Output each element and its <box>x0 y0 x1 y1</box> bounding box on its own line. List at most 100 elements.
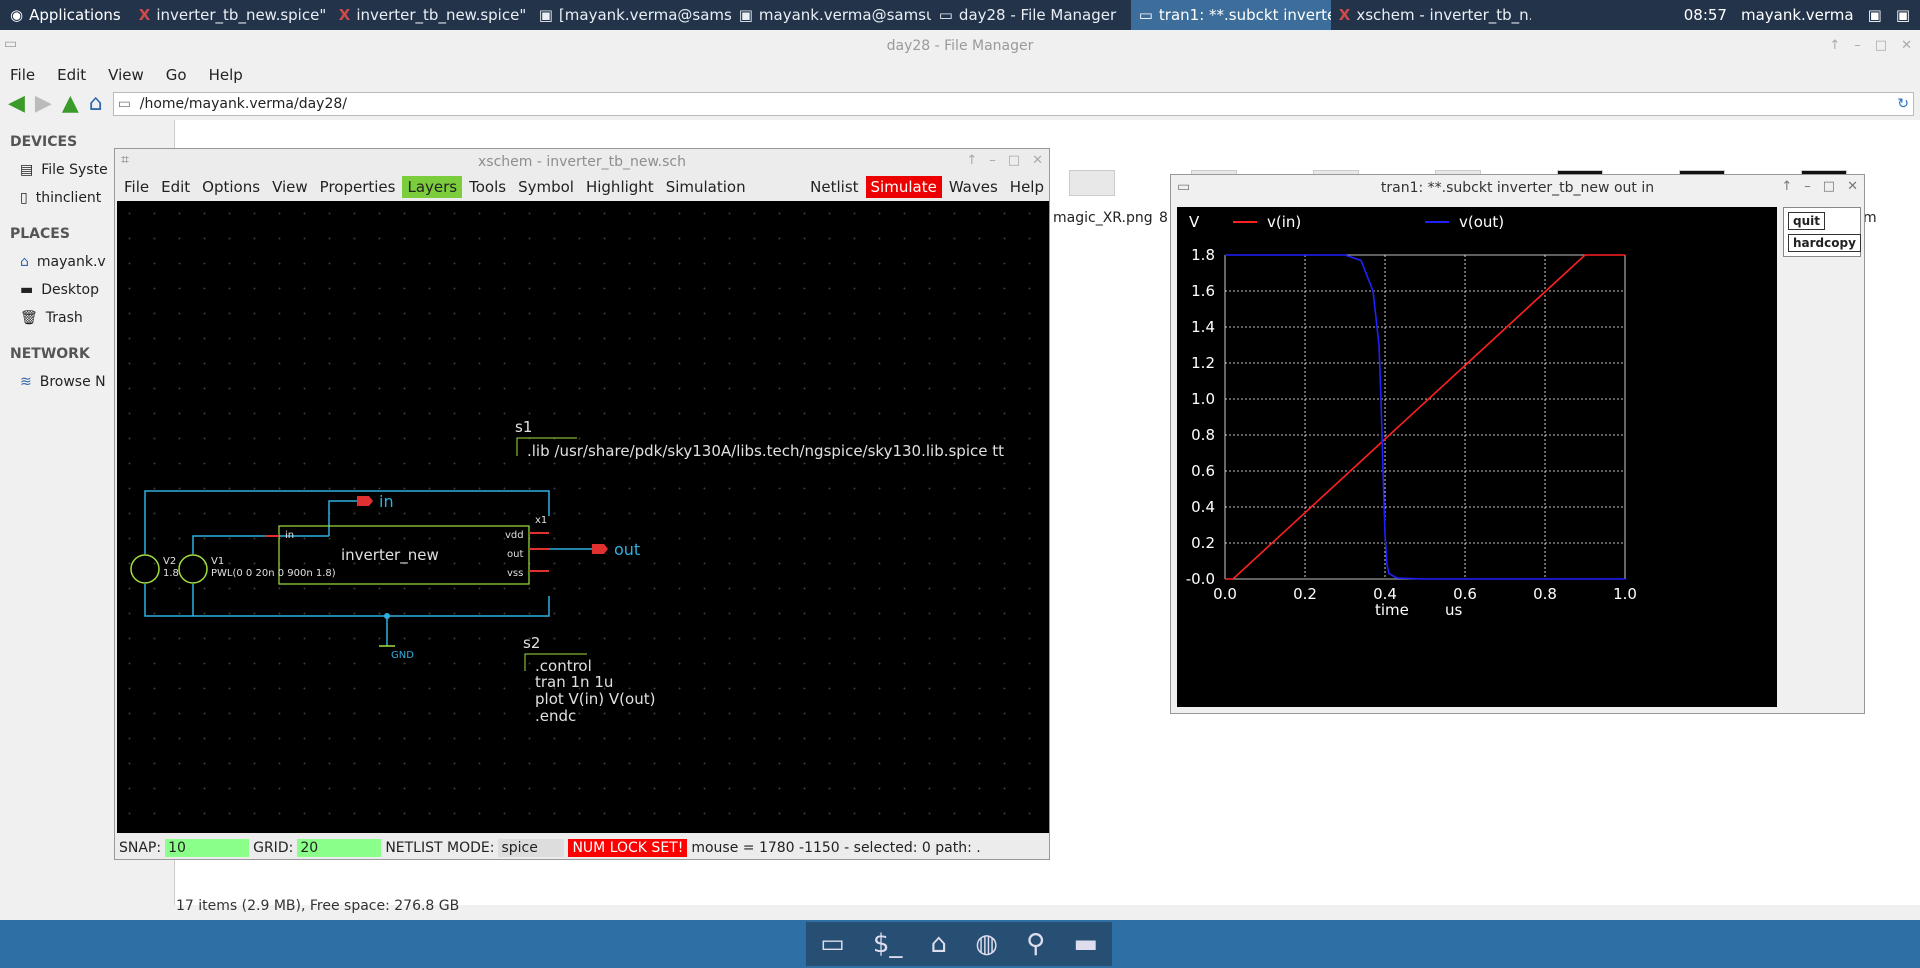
task-editor-2[interactable]: Xinverter_tb_new.spice" -... <box>331 0 531 30</box>
up-arrow-icon[interactable]: ▲ <box>62 93 79 115</box>
snap-input[interactable]: 10 <box>165 839 250 857</box>
menu-edit[interactable]: Edit <box>57 66 86 84</box>
camera-icon[interactable]: ▣ <box>1896 6 1910 24</box>
y-tick-label: 1.4 <box>1191 318 1215 336</box>
file-label[interactable]: 8 <box>1159 210 1168 226</box>
grid-input[interactable]: 20 <box>297 839 382 857</box>
task-label: inverter_tb_new.spice" -... <box>156 6 330 24</box>
home-icon[interactable]: ⌂ <box>89 93 103 115</box>
window-menu-icon[interactable]: ▭ <box>4 36 17 52</box>
v2-source[interactable] <box>130 554 160 584</box>
pin-out-shape[interactable] <box>592 544 608 554</box>
xschem-statusbar: SNAP: 10 GRID: 20 NETLIST MODE: spice NU… <box>115 837 1049 859</box>
minimize-icon[interactable]: – <box>1804 179 1811 194</box>
shade-icon[interactable]: ↑ <box>966 153 977 168</box>
folder-icon: ▭ <box>938 6 953 24</box>
quit-button[interactable]: quit <box>1788 212 1825 230</box>
location-path: /home/mayank.verma/day28/ <box>139 96 347 112</box>
reload-icon[interactable]: ↻ <box>1897 96 1909 112</box>
back-arrow-icon[interactable]: ◀ <box>8 93 25 115</box>
netlist-mode-value: spice <box>498 839 565 857</box>
file-manager-title: day28 - File Manager <box>886 38 1034 54</box>
task-file-manager[interactable]: ▭ day28 - File Manager <box>931 0 1131 30</box>
sidebar-item-label: thinclient <box>35 190 102 206</box>
waveform-chart: 0.0 0.2 0.4 0.6 0.8 1.0-0.00.20.40.60.81.01.2… <box>1177 207 1777 707</box>
forward-arrow-icon[interactable]: ▶ <box>35 93 52 115</box>
shade-icon[interactable]: ↑ <box>1781 179 1792 194</box>
close-icon[interactable]: ✕ <box>1032 153 1043 168</box>
show-desktop-icon[interactable]: ▭ <box>820 929 845 959</box>
close-icon[interactable]: ✕ <box>1847 179 1858 194</box>
task-terminal-2[interactable]: ▣ mayank.verma@samsu... <box>731 0 931 30</box>
waveform-title: tran1: **.subckt inverter_tb_new out in <box>1380 180 1655 196</box>
clock[interactable]: 08:57 <box>1684 6 1727 24</box>
x-axis-label: time <box>1375 601 1409 619</box>
schematic-canvas[interactable]: s1 .lib /usr/share/pdk/sky130A/libs.tech… <box>117 201 1049 833</box>
pin-in-shape[interactable] <box>357 496 373 506</box>
minimize-icon[interactable]: – <box>1854 38 1861 53</box>
task-terminal-1[interactable]: ▣ [mayank.verma@sams... <box>531 0 731 30</box>
v1-source[interactable] <box>178 554 208 584</box>
menu-layers[interactable]: Layers <box>402 176 463 198</box>
hardcopy-button[interactable]: hardcopy <box>1788 234 1861 252</box>
y-tick-label: 1.0 <box>1191 390 1215 408</box>
netlist-button[interactable]: Netlist <box>805 176 863 198</box>
waveform-plot[interactable]: 0.0 0.2 0.4 0.6 0.8 1.0 -0.0 0.2 0.4 0.6 0.8 1.0 1.2… <box>1177 207 1777 707</box>
task-editor-1[interactable]: Xinverter_tb_new.spice" -... <box>131 0 331 30</box>
menu-highlight[interactable]: Highlight <box>581 176 659 198</box>
xschem-icon: X <box>138 6 151 24</box>
web-browser-icon[interactable]: ◍ <box>975 929 998 959</box>
user-menu[interactable]: mayank.verma <box>1741 6 1854 24</box>
s2-line: .endc <box>535 707 576 725</box>
xschem-title: xschem - inverter_tb_new.sch <box>478 154 686 170</box>
file-label[interactable]: magic_XR.png <box>1053 210 1153 226</box>
xschem-titlebar: ⌗ xschem - inverter_tb_new.sch ↑ – □ ✕ <box>115 149 1049 175</box>
screenshot-icon[interactable]: ▣ <box>1868 6 1882 24</box>
close-icon[interactable]: ✕ <box>1901 38 1912 53</box>
dock-launchers: ▭ $_ ⌂ ◍ ⚲ ▬ <box>806 922 1112 966</box>
menu-go[interactable]: Go <box>166 66 187 84</box>
search-icon[interactable]: ⚲ <box>1026 929 1045 959</box>
menu-view[interactable]: View <box>108 66 144 84</box>
sidebar-item-label: Trash <box>45 310 83 326</box>
xschem-icon: X <box>338 6 351 24</box>
window-menu-icon[interactable]: ▭ <box>1177 179 1190 195</box>
applications-menu[interactable]: ◉ Applications <box>0 0 131 30</box>
x-tick-label: 0.0 <box>1213 585 1237 603</box>
window-icon: ▭ <box>1138 6 1153 24</box>
home-folder-icon[interactable]: ⌂ <box>931 929 948 959</box>
menu-view[interactable]: View <box>267 176 313 198</box>
menu-options[interactable]: Options <box>197 176 265 198</box>
menu-file[interactable]: File <box>119 176 154 198</box>
task-xschem[interactable]: Xxschem - inverter_tb_n... <box>1331 0 1531 30</box>
menu-symbol[interactable]: Symbol <box>513 176 579 198</box>
folder-icon[interactable]: ▬ <box>1073 929 1098 959</box>
simulate-button[interactable]: Simulate <box>865 176 942 198</box>
maximize-icon[interactable]: □ <box>1823 179 1835 194</box>
file-thumbnail[interactable] <box>1069 170 1115 196</box>
shade-icon[interactable]: ↑ <box>1829 38 1840 53</box>
top-panel: ◉ Applications Xinverter_tb_new.spice" -… <box>0 0 1920 30</box>
plot-background <box>1177 207 1777 707</box>
menu-tools[interactable]: Tools <box>464 176 511 198</box>
task-plot-window[interactable]: ▭ tran1: **.subckt inverte... <box>1130 0 1331 30</box>
minimize-icon[interactable]: – <box>989 153 996 168</box>
menu-help[interactable]: Help <box>209 66 243 84</box>
file-label[interactable]: m <box>1863 210 1877 226</box>
menu-simulation[interactable]: Simulation <box>661 176 751 198</box>
menu-file[interactable]: File <box>10 66 35 84</box>
location-bar[interactable]: ▭ /home/mayank.verma/day28/ ↻ <box>112 92 1914 116</box>
maximize-icon[interactable]: □ <box>1008 153 1020 168</box>
sidebar-item-label: Browse N <box>39 374 106 390</box>
maximize-icon[interactable]: □ <box>1875 38 1887 53</box>
waves-button[interactable]: Waves <box>944 176 1003 198</box>
waveform-titlebar: ▭ tran1: **.subckt inverter_tb_new out i… <box>1171 175 1864 201</box>
legend-label: v(in) <box>1267 213 1301 231</box>
menu-edit[interactable]: Edit <box>156 176 195 198</box>
terminal-icon[interactable]: $_ <box>873 929 903 959</box>
help-button[interactable]: Help <box>1005 176 1049 198</box>
window-menu-icon[interactable]: ⌗ <box>121 152 129 168</box>
x-tick-label: 0.2 <box>1293 585 1317 603</box>
folder-icon: ▭ <box>117 96 131 112</box>
menu-properties[interactable]: Properties <box>315 176 401 198</box>
